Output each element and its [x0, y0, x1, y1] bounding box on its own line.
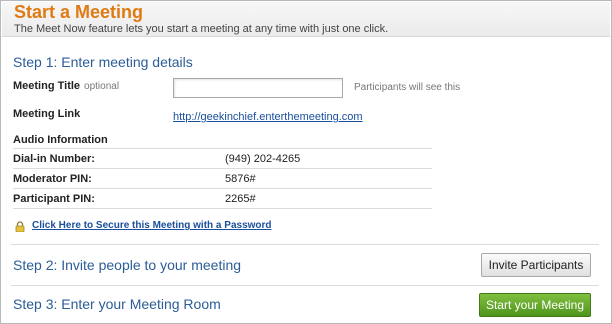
meeting-title-label-text: Meeting Title: [13, 80, 81, 92]
meeting-panel: Start a Meeting The Meet Now feature let…: [0, 0, 612, 324]
step1-title: Step 1: Enter meeting details: [13, 54, 193, 70]
meeting-link-label: Meeting Link: [13, 108, 81, 120]
lock-icon: [15, 221, 25, 232]
moderator-pin-label: Moderator PIN:: [13, 173, 92, 185]
section-divider: [11, 285, 599, 286]
audio-divider: [13, 148, 432, 149]
secure-meeting-link[interactable]: Click Here to Secure this Meeting with a…: [32, 220, 272, 231]
panel-header: Start a Meeting The Meet Now feature let…: [2, 2, 610, 37]
participant-pin-value: 2265#: [225, 193, 256, 205]
meeting-title-hint: Participants will see this: [354, 82, 461, 93]
start-meeting-button[interactable]: Start your Meeting: [479, 293, 591, 317]
meeting-title-label: Meeting Title optional: [13, 80, 119, 92]
audio-divider: [13, 168, 432, 169]
dial-in-value: (949) 202-4265: [225, 153, 301, 165]
meeting-link[interactable]: http://geekinchief.enterthemeeting.com: [173, 111, 363, 123]
audio-divider: [13, 208, 432, 209]
step3-title: Step 3: Enter your Meeting Room: [13, 296, 221, 312]
moderator-pin-value: 5876#: [225, 173, 256, 185]
meeting-title-input[interactable]: [173, 78, 343, 98]
step2-title: Step 2: Invite people to your meeting: [13, 257, 242, 273]
audio-divider: [13, 188, 432, 189]
participant-pin-label: Participant PIN:: [13, 193, 95, 205]
dial-in-label: Dial-in Number:: [13, 153, 95, 165]
invite-participants-button[interactable]: Invite Participants: [481, 253, 591, 277]
meeting-title-optional: optional: [84, 81, 120, 92]
section-divider: [11, 244, 599, 245]
page-title: Start a Meeting: [14, 2, 144, 22]
audio-info-heading: Audio Information: [13, 134, 108, 146]
page-subtitle: The Meet Now feature lets you start a me…: [14, 23, 389, 35]
